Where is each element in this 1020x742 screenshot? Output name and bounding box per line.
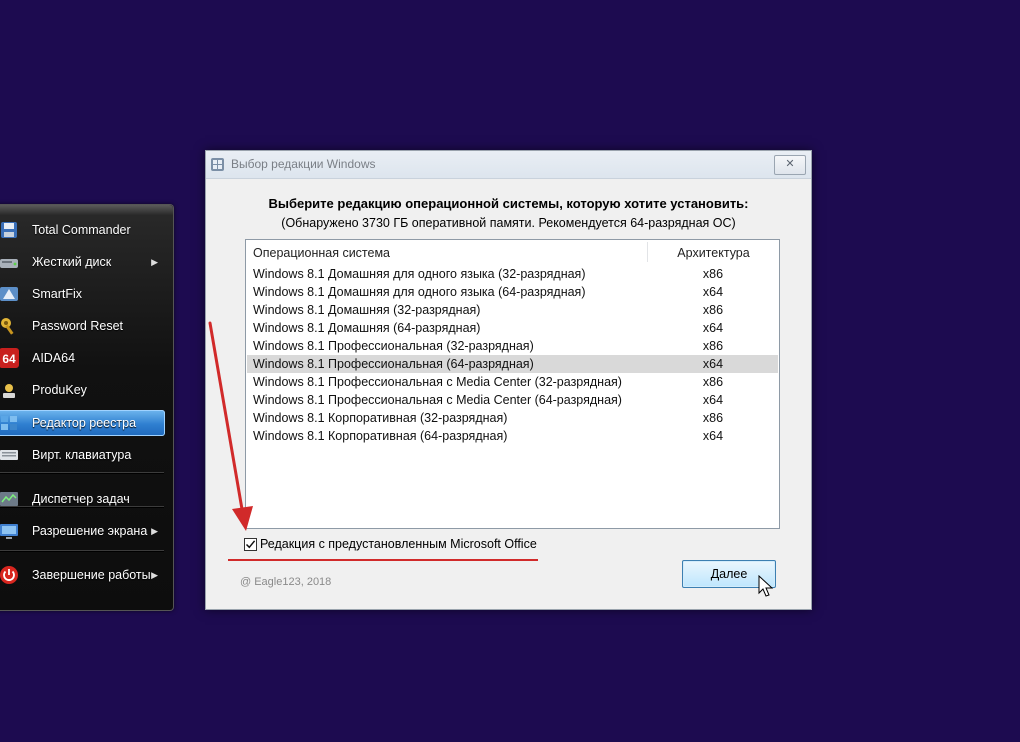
menu-item-label: Password Reset [32,319,124,333]
menu-item-label: Диспетчер задач [32,492,130,506]
submenu-arrow-icon: ▶ [151,570,158,580]
edition-name: Windows 8.1 Домашняя (32-разрядная) [253,303,481,317]
edition-arch: x64 [702,321,724,335]
edition-arch: x86 [702,411,724,425]
mouse-cursor-icon [758,575,774,597]
edition-arch: x64 [702,393,724,407]
edition-arch: x86 [702,375,724,389]
office-checkbox-label[interactable]: Редакция с предустановленным Microsoft O… [260,535,537,553]
menu-item[interactable]: Total Commander [0,217,168,243]
edition-name: Windows 8.1 Домашняя для одного языка (3… [253,267,586,281]
aida64-icon: 64 [0,348,19,368]
menu-separator [0,550,164,552]
menu-top-gloss [0,205,173,215]
menu-item[interactable]: Редактор реестра [0,410,165,436]
power-icon [0,566,18,584]
annotation-underline [228,559,538,561]
ram-notice: (Обнаружено 3730 ГБ оперативной памяти. … [281,216,736,230]
edition-arch: x86 [702,339,724,353]
edition-row[interactable]: Windows 8.1 Профессиональная с Media Cen… [247,373,778,391]
list-rows: Windows 8.1 Домашняя для одного языка (3… [247,265,778,445]
edition-arch: x86 [702,267,724,281]
column-header-arch[interactable]: Архитектура [648,240,779,266]
monitor-icon [0,524,18,539]
menu-item-label: SmartFix [32,287,82,301]
menu-item-label: Жесткий диск [32,255,112,269]
edition-select-dialog: Выбор редакции Windows ✕ Выберите редакц… [205,150,812,610]
title-bar[interactable]: Выбор редакции Windows ✕ [206,151,811,179]
launcher-menu: Total Commander Жесткий диск ▶ SmartFix Pass… [0,204,174,611]
menu-item[interactable]: 64 AIDA64 [0,345,168,371]
edition-row[interactable]: Windows 8.1 Корпоративная (32-разрядная)… [247,409,778,427]
produkey-icon [3,384,15,398]
close-button[interactable]: ✕ [774,155,806,175]
menu-item-label: ProduKey [32,383,87,397]
edition-arch: x64 [702,357,724,371]
menu-item-label: Разрешение экрана [32,524,148,538]
edition-arch: x86 [702,303,724,317]
edition-row[interactable]: Windows 8.1 Домашняя для одного языка (6… [247,283,778,301]
checkmark-icon [245,540,256,549]
menu-item-label: Total Commander [32,223,131,237]
edition-row[interactable]: Windows 8.1 Профессиональная (32-разрядн… [247,337,778,355]
edition-name: Windows 8.1 Профессиональная с Media Cen… [253,393,622,407]
keyboard-icon [0,450,18,460]
menu-separator [0,506,164,508]
registry-editor-icon [1,416,17,430]
edition-row[interactable]: Windows 8.1 Домашняя (32-разрядная) x86 [247,301,778,319]
list-header: Операционная система Архитектура [246,240,779,264]
menu-item[interactable]: Завершение работы ▶ [0,562,168,588]
submenu-arrow-icon: ▶ [151,526,158,536]
edition-row[interactable]: Windows 8.1 Домашняя (64-разрядная) x64 [247,319,778,337]
hard-drive-icon [0,259,18,268]
dialog-heading: Выберите редакцию операционной системы, … [268,196,749,211]
menu-item[interactable]: Диспетчер задач [0,486,168,512]
edition-name: Windows 8.1 Корпоративная (64-разрядная) [253,429,508,443]
aida64-icon-text: 64 [2,352,16,366]
edition-row[interactable]: Windows 8.1 Домашняя для одного языка (3… [247,265,778,283]
menu-item-label: Редактор реестра [32,416,137,430]
menu-item[interactable]: Жесткий диск ▶ [0,249,168,275]
edition-name: Windows 8.1 Профессиональная (64-разрядн… [253,357,534,371]
menu-separator [0,472,164,474]
office-checkbox[interactable] [244,538,257,551]
menu-item-label: AIDA64 [32,351,76,365]
menu-item[interactable]: ProduKey [0,377,168,403]
submenu-arrow-icon: ▶ [151,257,158,267]
edition-name: Windows 8.1 Профессиональная с Media Cen… [253,375,622,389]
edition-name: Windows 8.1 Корпоративная (32-разрядная) [253,411,508,425]
window-title: Выбор редакции Windows [231,157,376,171]
floppy-disk-icon [1,222,17,238]
edition-name: Windows 8.1 Профессиональная (32-разрядн… [253,339,534,353]
menu-item-label: Вирт. клавиатура [32,448,132,462]
edition-row[interactable]: Windows 8.1 Профессиональная (64-разрядн… [247,355,778,373]
edition-list[interactable]: Операционная система Архитектура Windows… [245,239,780,529]
edition-arch: x64 [702,285,724,299]
keys-icon [1,318,14,335]
column-header-os[interactable]: Операционная система [253,240,390,266]
menu-item[interactable]: Разрешение экрана ▶ [0,518,168,544]
menu-item[interactable]: Password Reset [0,313,168,339]
edition-name: Windows 8.1 Домашняя (64-разрядная) [253,321,481,335]
edition-arch: x64 [702,429,724,443]
edition-row[interactable]: Windows 8.1 Профессиональная с Media Cen… [247,391,778,409]
menu-item-label: Завершение работы [32,568,151,582]
windows-setup-icon [211,158,224,171]
smartfix-icon [0,287,18,301]
menu-item[interactable]: Вирт. клавиатура [0,442,168,468]
edition-name: Windows 8.1 Домашняя для одного языка (6… [253,285,586,299]
menu-item[interactable]: SmartFix [0,281,168,307]
close-icon: ✕ [785,158,795,170]
copyright-text: @ Eagle123, 2018 [240,576,332,588]
edition-row[interactable]: Windows 8.1 Корпоративная (64-разрядная)… [247,427,778,445]
